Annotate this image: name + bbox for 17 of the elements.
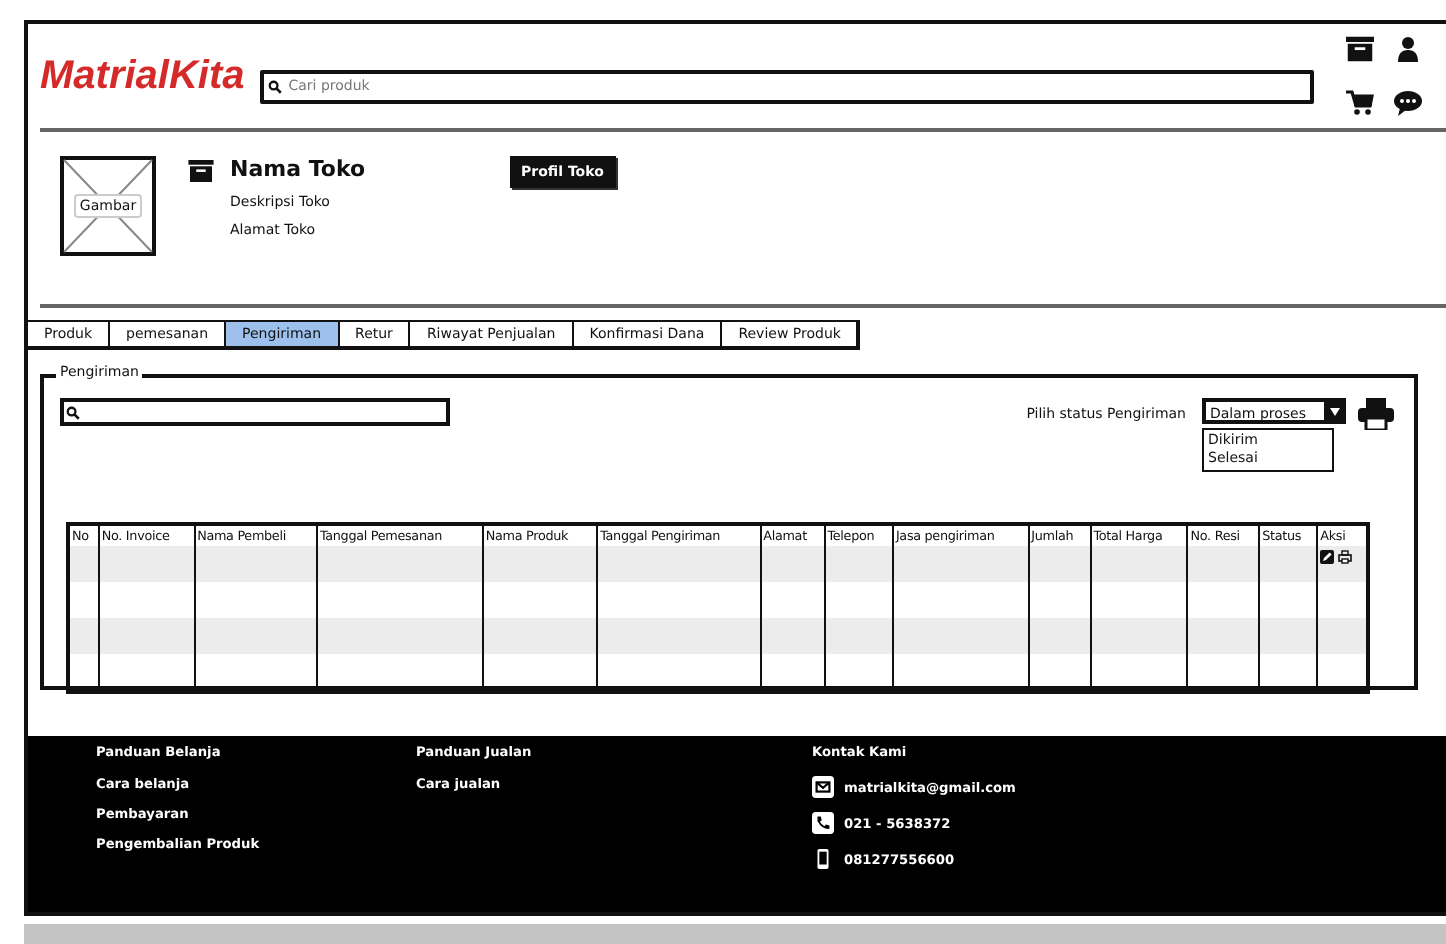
search-field[interactable]: [60, 398, 450, 426]
chat-icon[interactable]: [1394, 90, 1422, 116]
edit-icon[interactable]: [1320, 550, 1335, 564]
mobile-phone-icon: [812, 848, 834, 870]
store-icon: [188, 160, 214, 182]
search-icon: [268, 79, 283, 93]
user-icon[interactable]: [1394, 36, 1422, 62]
search-icon: [66, 405, 80, 419]
cart-icon[interactable]: [1346, 90, 1374, 116]
printer-icon[interactable]: [1338, 550, 1353, 564]
caret-icon: [1329, 407, 1339, 415]
logo[interactable]: MatrialKita: [40, 53, 245, 99]
mail-icon: [812, 776, 834, 798]
store-name: Nama Toko: [230, 156, 366, 182]
phone-icon: [812, 812, 834, 834]
printer-icon[interactable]: [1358, 398, 1394, 430]
store-icon: [1346, 36, 1374, 62]
